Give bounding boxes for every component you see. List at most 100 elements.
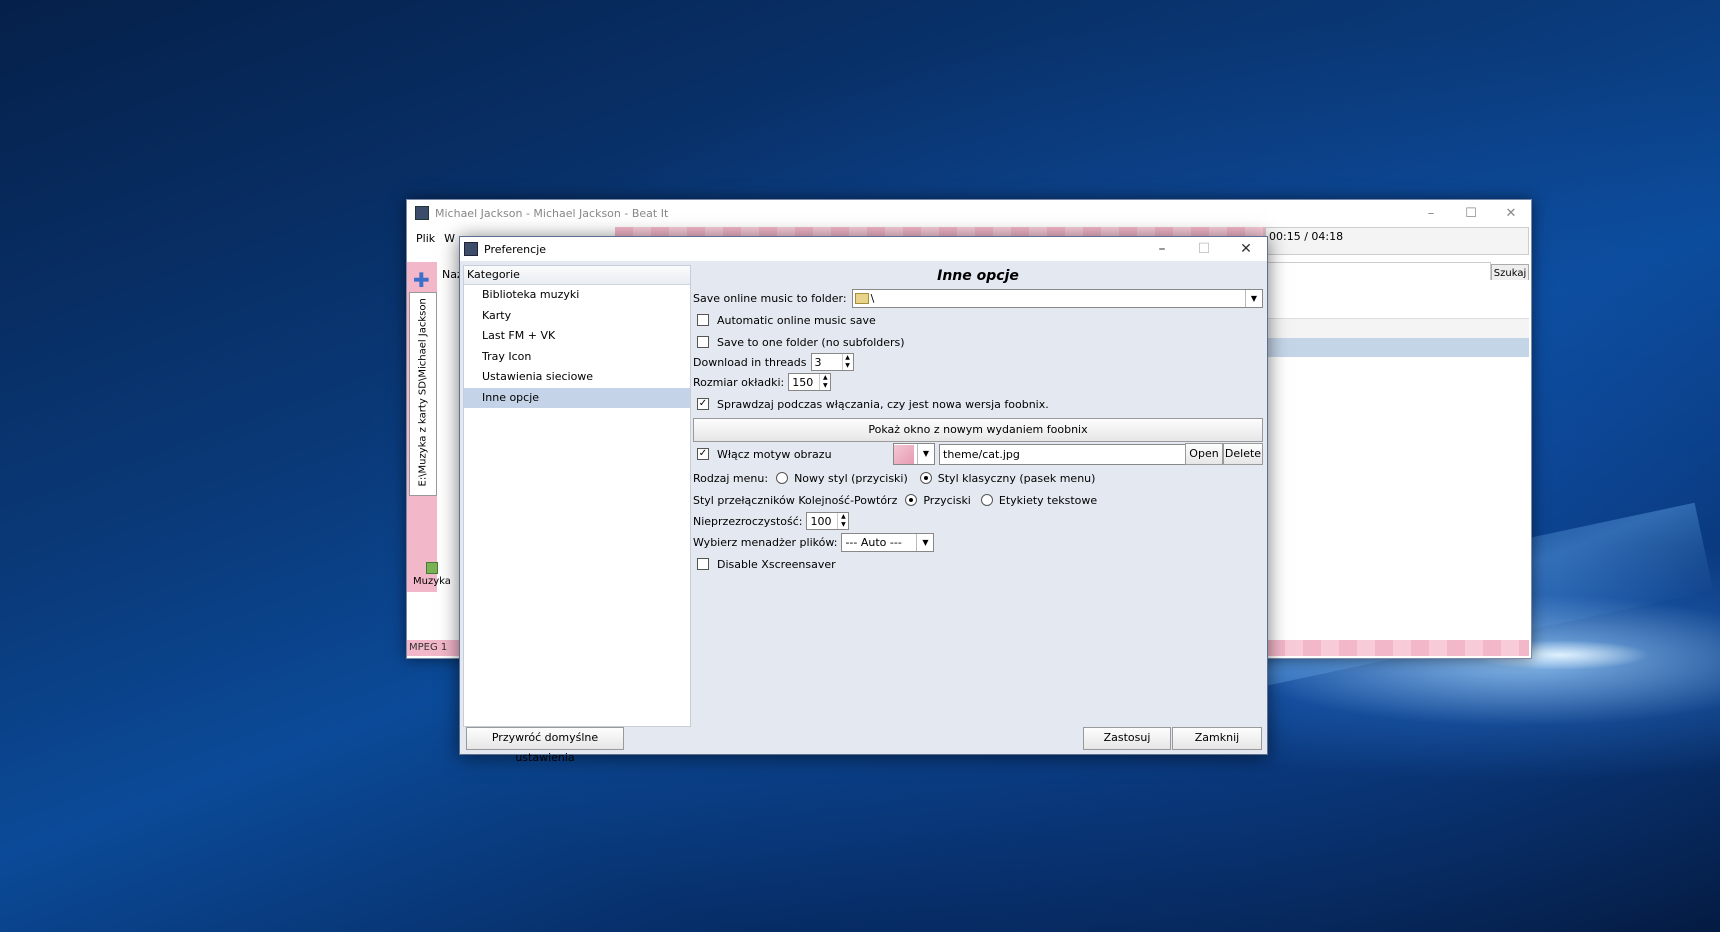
auto-save-label: Automatic online music save: [717, 313, 876, 327]
dialog-minimize-icon[interactable]: –: [1141, 241, 1183, 257]
restore-defaults-button[interactable]: Przywróć domyślne ustawienia: [466, 727, 624, 764]
menu-type-new-radio[interactable]: [776, 472, 789, 484]
folder-tab-label: E:\Muzyka z karty SD\Michael Jackson: [417, 298, 429, 487]
opacity-spinner[interactable]: 100 ▲ ▼: [806, 512, 850, 530]
file-manager-label: Wybierz menadżer plików:: [693, 535, 838, 549]
delete-button[interactable]: Delete: [1223, 443, 1263, 465]
chevron-down-icon[interactable]: ▼: [916, 533, 933, 551]
order-style-labels-radio[interactable]: [980, 494, 993, 506]
theme-checkbox[interactable]: ✓: [697, 448, 709, 460]
opacity-value: 100: [810, 514, 832, 528]
add-icon[interactable]: ✚: [413, 268, 430, 292]
check-update-checkbox[interactable]: ✓: [697, 398, 709, 410]
categories-header: Kategorie: [464, 266, 690, 285]
file-manager-value: --- Auto ---: [845, 535, 902, 549]
bottom-strip: [1267, 640, 1529, 656]
options-heading: Inne opcje: [937, 268, 1019, 284]
options-panel: Inne opcje Save online music to folder: …: [693, 265, 1263, 725]
minimize-icon[interactable]: –: [1411, 206, 1451, 221]
menu-plik[interactable]: Plik: [416, 232, 435, 245]
cover-size-row: Rozmiar okładki: 150 ▲ ▼: [693, 372, 832, 392]
order-style-row: Styl przełączników Kolejność-Powtórz Prz…: [693, 490, 1097, 510]
status-bar: MPEG 1 lay: [407, 640, 461, 656]
menu-type-label: Rodzaj menu:: [693, 471, 769, 485]
category-karty[interactable]: Karty: [464, 306, 690, 327]
save-folder-combo[interactable]: \ ▼: [851, 288, 1263, 308]
maximize-icon[interactable]: ☐: [1451, 206, 1491, 221]
music-icon: [426, 562, 438, 574]
auto-save-row: Automatic online music save: [693, 310, 876, 330]
category-network[interactable]: Ustawienia sieciowe: [464, 367, 690, 388]
check-update-label: Sprawdzaj podczas włączania, czy jest no…: [717, 397, 1049, 411]
one-folder-row: Save to one folder (no subfolders): [693, 332, 905, 352]
playlist-header: [1267, 318, 1529, 339]
menu-type-classic-label: Styl klasyczny (pasek menu): [937, 471, 1096, 485]
folder-icon: [854, 292, 869, 304]
category-biblioteka[interactable]: Biblioteka muzyki: [464, 285, 690, 306]
category-inne-opcje[interactable]: Inne opcje: [464, 387, 690, 408]
playlist-selected-row[interactable]: [1267, 338, 1529, 357]
cover-size-value: 150: [792, 375, 814, 389]
preferences-dialog: Preferencje – ☐ ✕ Kategorie Biblioteka m…: [459, 236, 1268, 764]
playlist-panel: [1267, 280, 1529, 594]
music-nav[interactable]: Muzyka: [411, 562, 453, 587]
search-input[interactable]: [1267, 262, 1491, 282]
one-folder-checkbox[interactable]: [697, 336, 709, 348]
chevron-down-icon[interactable]: ▼: [1245, 289, 1262, 307]
xscreensaver-row: Disable Xscreensaver: [693, 554, 836, 574]
spinner-arrows-icon[interactable]: ▲ ▼: [819, 374, 830, 390]
save-folder-label: Save online music to folder:: [693, 291, 847, 305]
xscreensaver-label: Disable Xscreensaver: [717, 557, 836, 571]
theme-thumbnail: [894, 444, 914, 464]
theme-path-input[interactable]: theme/cat.jpg: [939, 443, 1186, 465]
category-lastfm[interactable]: Last FM + VK: [464, 326, 690, 347]
order-style-labels-label: Etykiety tekstowe: [998, 493, 1098, 507]
file-manager-row: Wybierz menadżer plików: --- Auto --- ▼: [693, 532, 935, 552]
chevron-down-icon[interactable]: ▼: [917, 444, 934, 464]
theme-row: ✓ Włącz motyw obrazu ▼ theme/cat.jpg Ope…: [693, 443, 1263, 465]
menu-type-new-label: Nowy styl (przyciski): [794, 471, 908, 485]
music-label: Muzyka: [413, 576, 451, 587]
open-button[interactable]: Open: [1185, 443, 1223, 465]
order-style-label: Styl przełączników Kolejność-Powtórz: [693, 493, 898, 507]
cover-size-label: Rozmiar okładki:: [693, 375, 785, 389]
threads-row: Download in threads 3 ▲ ▼: [693, 352, 854, 372]
threads-value: 3: [814, 355, 822, 369]
apply-button[interactable]: Zastosuj: [1083, 727, 1171, 750]
save-folder-row: Save online music to folder: \ ▼: [693, 288, 1263, 308]
close-icon[interactable]: ✕: [1491, 206, 1531, 221]
theme-image-combo[interactable]: ▼: [893, 443, 935, 465]
xscreensaver-checkbox[interactable]: [697, 558, 709, 570]
left-sidebar: ✚ E:\Muzyka z karty SD\Michael Jackson: [407, 262, 437, 592]
theme-path-value: theme/cat.jpg: [943, 447, 1020, 461]
menu-type-row: Rodzaj menu: Nowy styl (przyciski) Styl …: [693, 468, 1095, 488]
file-manager-combo[interactable]: --- Auto --- ▼: [841, 532, 935, 552]
category-tray-icon[interactable]: Tray Icon: [464, 347, 690, 368]
order-style-buttons-label: Przyciski: [923, 493, 971, 507]
opacity-row: Nieprzezroczystość: 100 ▲ ▼: [693, 511, 850, 531]
spinner-arrows-icon[interactable]: ▲ ▼: [837, 513, 848, 529]
categories-panel: Kategorie Biblioteka muzyki Karty Last F…: [463, 265, 691, 727]
opacity-label: Nieprzezroczystość:: [693, 514, 803, 528]
one-folder-label: Save to one folder (no subfolders): [717, 335, 905, 349]
dialog-titlebar: Preferencje – ☐ ✕: [460, 237, 1267, 261]
app-icon: [415, 206, 429, 220]
threads-spinner[interactable]: 3 ▲ ▼: [810, 353, 854, 371]
dialog-app-icon: [464, 242, 478, 256]
check-update-row: ✓ Sprawdzaj podczas włączania, czy jest …: [693, 394, 1049, 414]
main-titlebar: Michael Jackson - Michael Jackson - Beat…: [407, 200, 1531, 226]
dialog-close-icon[interactable]: ✕: [1225, 241, 1267, 257]
save-folder-value: \: [870, 291, 875, 305]
dialog-maximize-icon: ☐: [1197, 241, 1211, 257]
show-release-button[interactable]: Pokaż okno z nowym wydaniem foobnix: [693, 418, 1263, 442]
menu-type-classic-radio[interactable]: [919, 472, 932, 484]
menu-w[interactable]: W: [444, 232, 455, 245]
order-style-buttons-radio[interactable]: [905, 494, 918, 506]
auto-save-checkbox[interactable]: [697, 314, 709, 326]
cover-size-spinner[interactable]: 150 ▲ ▼: [788, 373, 832, 391]
spinner-arrows-icon[interactable]: ▲ ▼: [841, 354, 853, 370]
main-window-title: Michael Jackson - Michael Jackson - Beat…: [435, 206, 669, 220]
folder-tab[interactable]: E:\Muzyka z karty SD\Michael Jackson: [409, 292, 437, 496]
close-button[interactable]: Zamknij: [1172, 727, 1262, 750]
threads-label: Download in threads: [693, 355, 807, 369]
